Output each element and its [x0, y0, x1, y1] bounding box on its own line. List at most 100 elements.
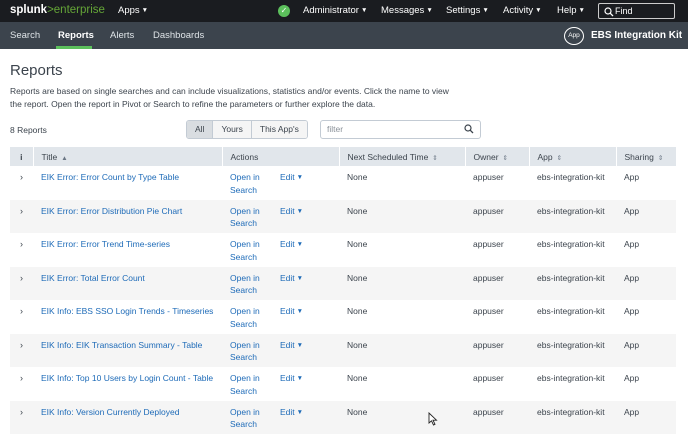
report-title-link[interactable]: EIK Info: EBS SSO Login Trends - Timeser… [41, 306, 213, 316]
sort-icon: ⇕ [556, 154, 563, 162]
app-cell: ebs-integration-kit [537, 306, 605, 316]
find-placeholder: Find [615, 6, 633, 16]
filter-yours-button[interactable]: Yours [213, 121, 252, 138]
caret-down-icon: ▼ [296, 207, 304, 215]
report-title-link[interactable]: EIK Info: Version Currently Deployed [41, 407, 179, 417]
edit-label: Edit [280, 306, 295, 316]
activity-menu[interactable]: Activity ▼ [503, 5, 542, 16]
administrator-menu-label: Administrator [303, 5, 359, 16]
edit-menu[interactable]: Edit ▼ [280, 372, 303, 386]
sharing-header-label: Sharing [624, 151, 654, 162]
administrator-menu[interactable]: Administrator ▼ [303, 5, 367, 16]
edit-menu[interactable]: Edit ▼ [280, 205, 303, 219]
help-menu[interactable]: Help ▼ [557, 5, 585, 16]
table-row: › EIK Info: Top 10 Users by Login Count -… [10, 367, 676, 401]
caret-down-icon: ▼ [296, 375, 304, 382]
actions-column-header: Actions [222, 147, 340, 166]
logo-gt: > [47, 4, 54, 16]
tab-search[interactable]: Search [10, 30, 40, 41]
logo-sub: enterprise [53, 4, 105, 16]
caret-down-icon: ▼ [578, 7, 585, 14]
sharing-column-header[interactable]: Sharing ⇕ [616, 147, 676, 166]
settings-menu[interactable]: Settings ▼ [446, 5, 489, 16]
caret-down-icon: ▼ [535, 7, 542, 14]
edit-menu[interactable]: Edit ▼ [280, 238, 303, 252]
search-label: Search [230, 251, 257, 262]
filter-input[interactable] [327, 124, 457, 134]
app-column-header[interactable]: App ⇕ [529, 147, 617, 166]
owner-cell: appuser [473, 205, 504, 216]
expand-row-icon[interactable]: › [10, 233, 33, 267]
app-cell: ebs-integration-kit [537, 272, 605, 283]
edit-label: Edit [280, 406, 295, 417]
filter-all-button[interactable]: All [187, 121, 214, 138]
activity-menu-label: Activity [503, 5, 534, 16]
owner-header-label: Owner [473, 151, 499, 162]
tab-dashboards[interactable]: Dashboards [153, 30, 204, 41]
sharing-cell: App [624, 205, 640, 216]
edit-menu[interactable]: Edit ▼ [280, 406, 303, 420]
report-title-link[interactable]: EIK Info: Top 10 Users by Login Count - … [41, 373, 213, 383]
expand-row-icon[interactable]: › [10, 367, 33, 401]
tab-reports[interactable]: Reports [58, 30, 94, 41]
app-bar [0, 22, 688, 49]
edit-menu[interactable]: Edit ▼ [280, 171, 303, 185]
expand-row-icon[interactable]: › [10, 401, 33, 435]
expand-row-icon[interactable]: › [10, 334, 33, 368]
sort-icon: ⇕ [502, 154, 508, 162]
report-title-cell: EIK Info: Top 10 Users by Login Count - … [33, 367, 222, 401]
open-in-label: Open in [230, 239, 260, 249]
sort-icon: ⇕ [432, 154, 438, 162]
find-input[interactable]: Find [598, 3, 675, 19]
info-column-header: i [10, 147, 34, 166]
next-scheduled-column-header[interactable]: Next Scheduled Time ⇕ [339, 147, 466, 166]
expand-row-icon[interactable]: › [10, 166, 33, 200]
app-title[interactable]: EBS Integration Kit [591, 30, 682, 41]
search-label: Search [230, 318, 257, 329]
tab-alerts[interactable]: Alerts [110, 30, 134, 41]
splunk-logo[interactable]: splunk>enterprise [10, 4, 105, 16]
caret-down-icon: ▼ [426, 7, 433, 14]
edit-menu[interactable]: Edit ▼ [280, 272, 303, 286]
mouse-cursor-icon [428, 412, 438, 426]
expand-row-icon[interactable]: › [10, 267, 33, 301]
messages-menu[interactable]: Messages ▼ [381, 5, 433, 16]
sharing-cell: App [624, 339, 640, 350]
apps-menu[interactable]: Apps ▼ [118, 5, 148, 16]
filter-this-app-button[interactable]: This App's [251, 121, 307, 138]
report-title-cell: EIK Error: Error Trend Time-series [33, 233, 222, 267]
edit-label: Edit [280, 172, 295, 182]
expand-row-icon[interactable]: › [10, 300, 33, 334]
expand-row-icon[interactable]: › [10, 200, 33, 234]
owner-column-header[interactable]: Owner ⇕ [465, 147, 530, 166]
messages-menu-label: Messages [381, 5, 425, 16]
report-title-link[interactable]: EIK Error: Total Error Count [41, 273, 145, 283]
edit-label: Edit [280, 272, 295, 283]
caret-down-icon: ▼ [296, 408, 304, 416]
table-row: › EIK Error: Error Count by Type Table Ope… [10, 166, 676, 200]
report-title-link[interactable]: EIK Info: EIK Transaction Summary - Tabl… [41, 340, 202, 350]
report-title-link[interactable]: EIK Error: Error Count by Type Table [41, 172, 179, 182]
next-scheduled-cell: None [347, 239, 368, 249]
report-count: 8 Reports [10, 125, 47, 135]
next-scheduled-cell: None [347, 406, 368, 417]
report-title-cell: EIK Info: EIK Transaction Summary - Tabl… [33, 334, 222, 368]
check-icon[interactable]: ✓ [278, 5, 290, 17]
page-title: Reports [10, 62, 63, 79]
sort-asc-icon: ▲ [61, 154, 68, 162]
filter-field [320, 120, 481, 139]
table-row: › EIK Info: EIK Transaction Summary - Tab… [10, 333, 676, 368]
report-title-cell: EIK Error: Total Error Count [33, 267, 222, 301]
title-column-header[interactable]: Title ▲ [33, 147, 223, 166]
open-in-label: Open in [230, 172, 260, 182]
apps-menu-label: Apps [118, 5, 140, 16]
sharing-cell: App [624, 406, 640, 417]
edit-menu[interactable]: Edit ▼ [280, 339, 303, 353]
edit-menu[interactable]: Edit ▼ [280, 305, 303, 319]
open-in-label: Open in [230, 339, 260, 350]
report-title-link[interactable]: EIK Error: Error Distribution Pie Chart [41, 206, 182, 216]
next-scheduled-cell: None [347, 306, 368, 316]
search-icon[interactable] [464, 124, 474, 134]
owner-cell: appuser [473, 272, 504, 283]
report-title-link[interactable]: EIK Error: Error Trend Time-series [41, 239, 170, 249]
